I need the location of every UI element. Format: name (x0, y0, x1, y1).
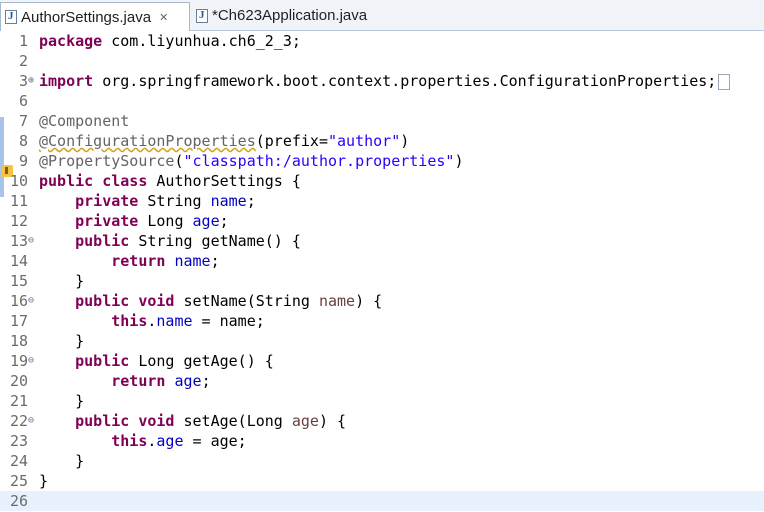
code-text: @ConfigurationProperties(prefix="author"… (39, 132, 410, 150)
line-number: 14 (9, 252, 28, 270)
collapse-fold-icon[interactable]: ⊖ (28, 234, 34, 248)
code-line: 14 return name; (0, 251, 764, 271)
tab-ch623application[interactable]: J *Ch623Application.java (192, 2, 392, 29)
java-file-icon: J (196, 8, 208, 23)
collapse-fold-icon[interactable]: ⊖ (28, 294, 34, 308)
code-text: import org.springframework.boot.context.… (39, 71, 731, 91)
expand-fold-icon[interactable]: ⊕ (28, 74, 34, 88)
collapsed-region-icon[interactable] (718, 73, 731, 90)
code-text: } (75, 392, 85, 410)
code-line: 20 return age; (0, 371, 764, 391)
close-icon[interactable]: ✕ (159, 11, 168, 24)
line-number: 16 (9, 292, 28, 310)
code-text: public Long getAge() { (75, 352, 274, 370)
line-number: 21 (9, 392, 28, 410)
code-line: 9 @PropertySource("classpath:/author.pro… (0, 151, 764, 171)
code-line: 16 ⊖ public void setName(String name) { (0, 291, 764, 311)
code-line: 23 this.age = age; (0, 431, 764, 451)
code-line: 17 this.name = name; (0, 311, 764, 331)
code-line: 15 } (0, 271, 764, 291)
code-text: this.name = name; (111, 312, 265, 330)
editor-tab-bar: J AuthorSettings.java ✕ J *Ch623Applicat… (0, 0, 764, 31)
tab-authorsettings[interactable]: J AuthorSettings.java ✕ (0, 2, 190, 31)
eclipse-editor-window: J AuthorSettings.java ✕ J *Ch623Applicat… (0, 0, 764, 512)
line-number: 7 (18, 112, 28, 130)
code-line: 7 @Component (0, 111, 764, 131)
code-line: 11 private String name; (0, 191, 764, 211)
line-number: 12 (9, 212, 28, 230)
code-line: 12 private Long age; (0, 211, 764, 231)
code-text: public String getName() { (75, 232, 301, 250)
line-number: 24 (9, 452, 28, 470)
code-text: } (75, 272, 85, 290)
code-text: private Long age; (75, 212, 229, 230)
line-number: 26 (9, 492, 28, 510)
code-line: 25 } (0, 471, 764, 491)
line-number: 23 (9, 432, 28, 450)
line-number: 8 (18, 132, 28, 150)
java-file-icon: J (5, 10, 17, 24)
line-number: 3 (18, 72, 28, 90)
code-text: private String name; (75, 192, 256, 210)
code-text: @Component (39, 112, 130, 130)
line-number: 1 (18, 32, 28, 50)
code-text: public class AuthorSettings { (39, 172, 301, 190)
line-number: 20 (9, 372, 28, 390)
tab-label: *Ch623Application.java (212, 7, 368, 24)
line-number: 11 (9, 192, 28, 210)
code-text: return name; (111, 252, 220, 270)
code-text: public void setAge(Long age) { (75, 412, 347, 430)
code-line: 6 (0, 91, 764, 111)
line-number: 18 (9, 332, 28, 350)
collapse-fold-icon[interactable]: ⊖ (28, 354, 34, 368)
code-text: this.age = age; (111, 432, 247, 450)
code-editor[interactable]: 1 package com.liyunhua.ch6_2_3; 2 3 ⊕ im… (0, 31, 764, 512)
code-text: @PropertySource("classpath:/author.prope… (39, 152, 464, 170)
code-line: 8 @ConfigurationProperties(prefix="autho… (0, 131, 764, 151)
code-text: } (75, 452, 85, 470)
code-text: return age; (111, 372, 211, 390)
line-number: 17 (9, 312, 28, 330)
code-line: 3 ⊕ import org.springframework.boot.cont… (0, 71, 764, 91)
line-number: 6 (18, 92, 28, 110)
code-line: 2 (0, 51, 764, 71)
current-code-line: 26 (0, 491, 764, 511)
line-number: 10 (9, 172, 28, 190)
code-line: 13 ⊖ public String getName() { (0, 231, 764, 251)
line-number: 19 (9, 352, 28, 370)
code-line: 19 ⊖ public Long getAge() { (0, 351, 764, 371)
code-text: } (75, 332, 85, 350)
line-number: 15 (9, 272, 28, 290)
collapse-fold-icon[interactable]: ⊖ (28, 414, 34, 428)
code-line: 21 } (0, 391, 764, 411)
line-number: 9 (18, 152, 28, 170)
code-text: public void setName(String name) { (75, 292, 383, 310)
code-text: package com.liyunhua.ch6_2_3; (39, 32, 301, 50)
line-number: 13 (9, 232, 28, 250)
line-number: 2 (18, 52, 28, 70)
code-line: 10 public class AuthorSettings { (0, 171, 764, 191)
tab-label: AuthorSettings.java (21, 8, 152, 26)
code-text: } (39, 472, 49, 490)
code-line: 1 package com.liyunhua.ch6_2_3; (0, 31, 764, 51)
code-line: 18 } (0, 331, 764, 351)
line-number: 25 (9, 472, 28, 490)
code-line: 22 ⊖ public void setAge(Long age) { (0, 411, 764, 431)
line-number: 22 (9, 412, 28, 430)
code-line: 24 } (0, 451, 764, 471)
